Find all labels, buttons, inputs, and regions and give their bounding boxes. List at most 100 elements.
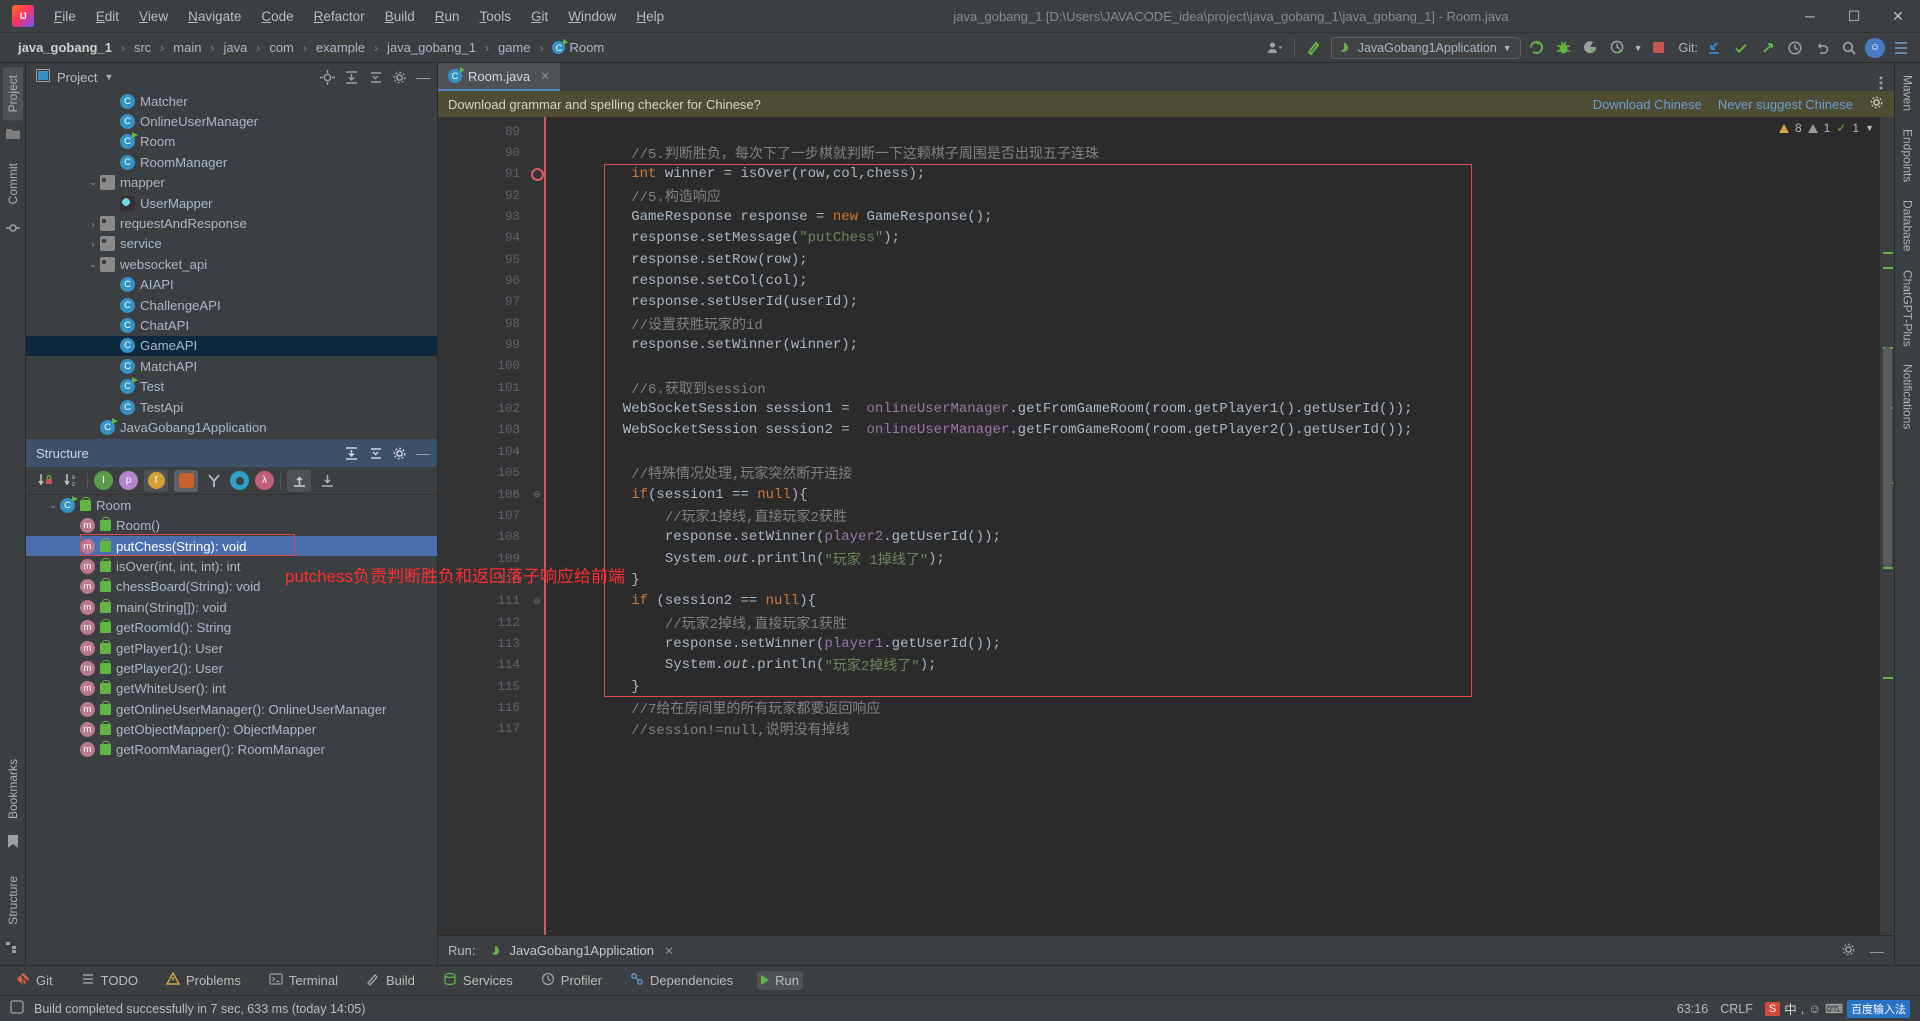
show-interfaces-icon[interactable] <box>230 471 249 491</box>
code-fold-toggle[interactable]: ⊖ <box>530 484 544 505</box>
line-number[interactable]: 116 <box>438 697 530 718</box>
ime-keyboard-icon[interactable]: ⌨ <box>1825 1001 1843 1016</box>
show-properties-icon[interactable]: p <box>119 471 138 491</box>
line-number[interactable]: 114 <box>438 655 530 676</box>
editor-scrollbar[interactable] <box>1880 117 1894 935</box>
line-number[interactable]: 106 <box>438 484 530 505</box>
expand-all-icon[interactable] <box>287 469 311 492</box>
menu-item-code[interactable]: Code <box>251 5 303 28</box>
line-number[interactable]: 104 <box>438 441 530 462</box>
tool-window-button-git[interactable]: Git <box>12 970 57 991</box>
line-number[interactable]: 101 <box>438 377 530 398</box>
code-line[interactable] <box>546 356 1880 377</box>
project-tree-item[interactable]: Test <box>26 376 437 396</box>
menu-item-navigate[interactable]: Navigate <box>178 5 251 28</box>
profile-button[interactable] <box>1607 37 1629 59</box>
structure-item[interactable]: getObjectMapper(): ObjectMapper <box>26 719 437 739</box>
line-separator[interactable]: CRLF <box>1720 1002 1753 1016</box>
project-tree-item[interactable]: AIAPI <box>26 275 437 295</box>
never-suggest-chinese-link[interactable]: Never suggest Chinese <box>1718 97 1853 112</box>
code-line[interactable]: response.setCol(col); <box>546 270 1880 291</box>
line-number[interactable]: 103 <box>438 420 530 441</box>
panel-settings-gear-icon[interactable] <box>391 445 407 461</box>
line-number[interactable]: 92 <box>438 185 530 206</box>
project-tree-item[interactable]: TestApi <box>26 397 437 417</box>
menu-item-refactor[interactable]: Refactor <box>304 5 375 28</box>
project-tree-item[interactable]: JavaGobang1Application <box>26 417 437 437</box>
line-number[interactable]: 89 <box>438 121 530 142</box>
code-line[interactable]: int winner = isOver(row,col,chess); <box>546 164 1880 185</box>
code-fold-toggle[interactable]: ⊖ <box>530 591 544 612</box>
project-tree-item[interactable]: ChallengeAPI <box>26 295 437 315</box>
breadcrumb-item-Room[interactable]: Room <box>548 39 608 56</box>
code-line[interactable]: response.setMessage("putChess"); <box>546 228 1880 249</box>
sort-alphabetically-icon[interactable]: az <box>61 471 81 490</box>
project-tree[interactable]: Matcher OnlineUserManager Room RoomManager ⌄… <box>26 91 437 440</box>
structure-item[interactable]: getRoomManager(): RoomManager <box>26 740 437 760</box>
line-number[interactable]: 95 <box>438 249 530 270</box>
line-number[interactable]: 108 <box>438 527 530 548</box>
chevron-down-icon[interactable]: ▼ <box>1634 43 1643 53</box>
breadcrumb-item-com[interactable]: com <box>265 39 298 56</box>
code-line[interactable]: if (session1 == null){ <box>546 484 1880 505</box>
hide-panel-icon[interactable]: — <box>1870 943 1884 959</box>
tool-tab-commit[interactable]: Commit <box>3 155 23 212</box>
editor-options-icon[interactable] <box>1868 75 1894 91</box>
menu-item-run[interactable]: Run <box>425 5 470 28</box>
breadcrumb-item-java_gobang_1[interactable]: java_gobang_1 <box>14 39 116 56</box>
panel-settings-gear-icon[interactable] <box>391 69 407 85</box>
line-number[interactable]: 91 <box>438 164 544 185</box>
code-line[interactable]: //玩家1掉线,直接玩家2获胜 <box>546 505 1880 526</box>
debug-button[interactable] <box>1553 37 1575 59</box>
inspection-widget[interactable]: 8 1 ✓ 1 ▼ <box>1778 121 1874 135</box>
structure-item[interactable]: getPlayer2(): User <box>26 658 437 678</box>
tool-tab-maven[interactable]: Maven <box>1898 67 1918 119</box>
menu-item-help[interactable]: Help <box>626 5 674 28</box>
user-account-icon[interactable] <box>1263 37 1285 59</box>
show-lambdas-icon[interactable]: λ <box>255 471 274 491</box>
tool-window-button-todo[interactable]: TODO <box>77 970 142 991</box>
collapse-all-icon[interactable] <box>367 69 383 85</box>
git-push-icon[interactable] <box>1757 37 1779 59</box>
code-line[interactable]: } <box>546 569 1880 590</box>
collapse-all-icon[interactable] <box>317 471 337 490</box>
line-number[interactable]: 96 <box>438 270 530 291</box>
project-tree-item[interactable]: › service <box>26 234 437 254</box>
line-number[interactable]: 113 <box>438 633 530 654</box>
line-number[interactable]: 115 <box>438 676 530 697</box>
code-line[interactable]: if (session2 == null){ <box>546 591 1880 612</box>
show-fields-icon[interactable]: f <box>144 469 168 492</box>
tool-tab-endpoints[interactable]: Endpoints <box>1898 121 1918 190</box>
scrollbar-thumb[interactable] <box>1883 347 1892 567</box>
collapse-all-icon[interactable] <box>367 445 383 461</box>
breadcrumb-item-main[interactable]: main <box>169 39 205 56</box>
code-line[interactable]: response.setRow(row); <box>546 249 1880 270</box>
search-icon[interactable] <box>1838 37 1860 59</box>
tool-tab-notifications[interactable]: Notifications <box>1898 356 1918 437</box>
breadcrumb-item-java_gobang_1[interactable]: java_gobang_1 <box>383 39 480 56</box>
code-line[interactable]: } <box>546 676 1880 697</box>
line-number[interactable]: 105 <box>438 463 530 484</box>
project-tree-item[interactable]: ⌄ websocket_api <box>26 254 437 274</box>
code-line[interactable]: response.setUserId(userId); <box>546 292 1880 313</box>
structure-item[interactable]: putChess(String): void <box>26 533 437 557</box>
chevron-down-icon[interactable]: ⌄ <box>86 259 100 270</box>
ime-indicator[interactable]: S 中 , ☺ ⌨ 百度输入法 <box>1764 999 1910 1018</box>
caret-position[interactable]: 63:16 <box>1677 1002 1708 1016</box>
chevron-down-icon[interactable]: ⌄ <box>46 500 60 511</box>
tool-tab-bookmarks[interactable]: Bookmarks <box>3 751 23 827</box>
code-line[interactable]: //session!=null,说明没有掉线 <box>546 719 1880 740</box>
locate-file-icon[interactable] <box>319 69 335 85</box>
expand-all-icon[interactable] <box>343 445 359 461</box>
code-line[interactable]: WebSocketSession session2 = onlineUserMa… <box>546 420 1880 441</box>
chevron-down-icon[interactable]: ▼ <box>104 72 113 82</box>
line-number[interactable]: 112 <box>438 612 530 633</box>
run-configuration-selector[interactable]: JavaGobang1Application ▼ <box>1330 36 1521 59</box>
breadcrumb-item-example[interactable]: example <box>312 39 369 56</box>
code-line[interactable]: //6.获取到session <box>546 377 1880 398</box>
expand-all-icon[interactable] <box>343 69 359 85</box>
ide-settings-icon[interactable] <box>1890 37 1912 59</box>
tool-tab-project[interactable]: Project <box>2 67 23 121</box>
project-tree-item[interactable]: OnlineUserManager <box>26 111 437 131</box>
line-number[interactable]: 100 <box>438 356 530 377</box>
